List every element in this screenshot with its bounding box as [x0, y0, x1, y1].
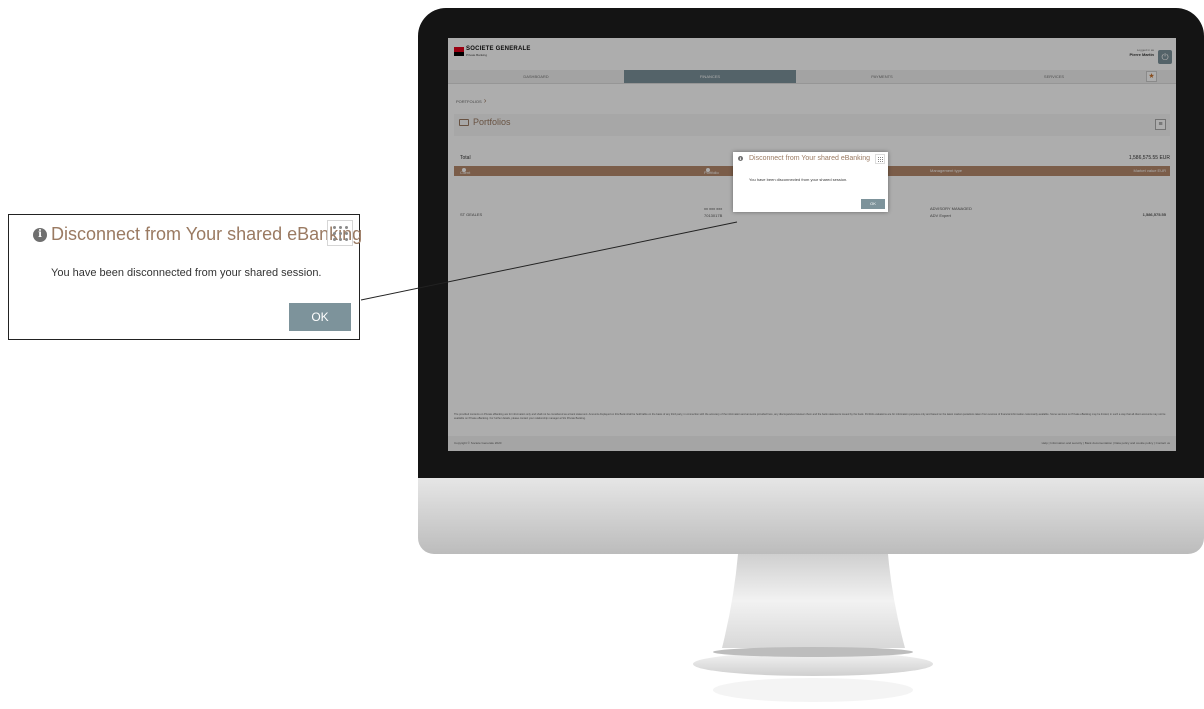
zoomed-dialog-callout: i Disconnect from Your shared eBanking Y… [8, 214, 363, 340]
grip-dots-icon[interactable] [327, 220, 353, 246]
disconnect-dialog: i Disconnect from Your shared eBanking Y… [733, 152, 888, 212]
modal-overlay [448, 38, 1176, 451]
grip-dots-icon[interactable] [875, 154, 885, 164]
ok-button[interactable]: OK [861, 199, 885, 209]
ok-button[interactable]: OK [289, 303, 351, 331]
browser-screen: SOCIETE GENERALE Private Banking Logged … [448, 38, 1176, 451]
callout-dialog-title: Disconnect from Your shared eBanking [51, 224, 363, 244]
callout-dialog-message: You have been disconnected from your sha… [51, 267, 322, 279]
dialog-message: You have been disconnected from your sha… [749, 177, 848, 182]
info-icon: i [33, 228, 47, 242]
dialog-title: Disconnect from Your shared eBanking [749, 155, 871, 162]
info-icon: i [738, 156, 743, 161]
